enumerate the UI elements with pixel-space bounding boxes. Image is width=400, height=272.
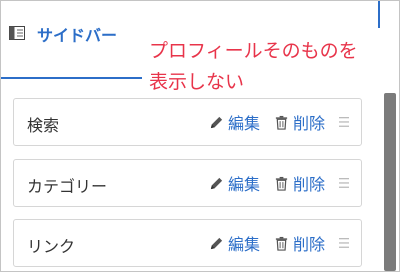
menu-item-label: リンク [27, 237, 76, 256]
menu-item-label: 検索 [27, 116, 60, 135]
delete-label: 削除 [293, 175, 326, 194]
sidebar-settings-panel: サイドバー プロフィールそのものを 表示しない 検索 編集 削除 カテゴリー 編… [0, 0, 400, 272]
delete-button[interactable]: 削除 [274, 232, 325, 254]
edit-label: 編集 [228, 175, 261, 194]
callout-line-2: 表示しない [149, 71, 245, 93]
drag-handle-icon[interactable] [339, 237, 349, 249]
pencil-icon [210, 237, 223, 249]
drag-handle-icon[interactable] [339, 116, 349, 128]
trash-icon [275, 236, 288, 251]
sidebar-icon [9, 26, 25, 40]
edit-label: 編集 [228, 114, 261, 133]
delete-label: 削除 [293, 114, 326, 133]
delete-button[interactable]: 削除 [274, 111, 325, 133]
menu-item-links: リンク 編集 削除 [13, 219, 362, 267]
trash-icon [275, 176, 288, 191]
edit-button[interactable]: 編集 [209, 232, 260, 254]
callout-line-1: プロフィールそのものを [149, 40, 358, 62]
pencil-icon [210, 177, 223, 189]
edit-label: 編集 [228, 235, 261, 254]
trash-icon [275, 115, 288, 130]
scrollbar-thumb[interactable] [384, 93, 396, 271]
annotation-callout: プロフィールそのものを 表示しない [142, 28, 388, 97]
edit-button[interactable]: 編集 [209, 111, 260, 133]
delete-label: 削除 [293, 235, 326, 254]
menu-item-category: カテゴリー 編集 削除 [13, 159, 362, 207]
menu-item-search: 検索 編集 削除 [13, 98, 362, 146]
sidebar-tab-title: サイドバー [37, 26, 118, 45]
edit-button[interactable]: 編集 [209, 172, 260, 194]
pencil-icon [210, 116, 223, 128]
delete-button[interactable]: 削除 [274, 172, 325, 194]
menu-item-label: カテゴリー [27, 177, 108, 196]
drag-handle-icon[interactable] [339, 177, 349, 189]
